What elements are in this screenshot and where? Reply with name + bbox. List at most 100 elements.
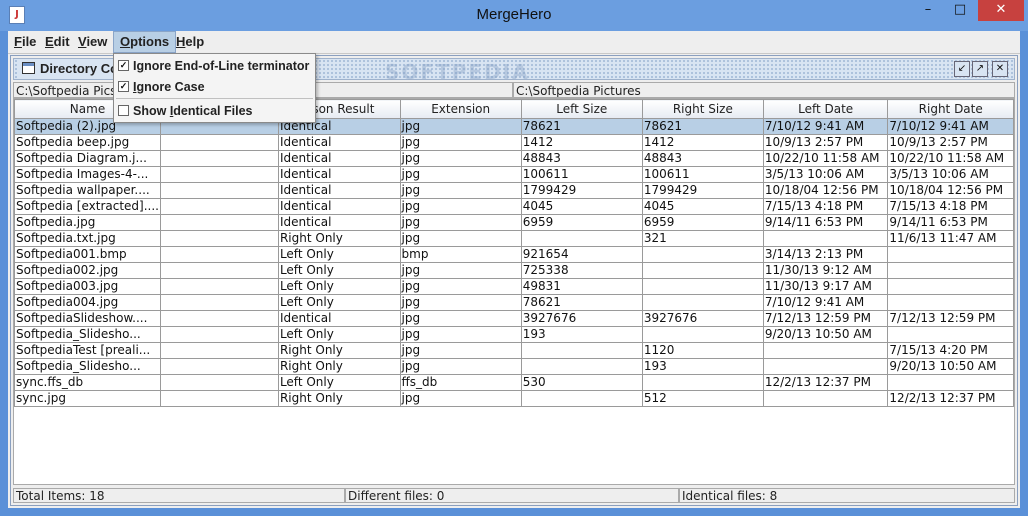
- cell-right-date: 12/2/13 12:37 PM: [887, 390, 1014, 407]
- cell-left-size: 49831: [520, 278, 643, 295]
- cell-right-size: 1799429: [641, 182, 764, 199]
- menu-view[interactable]: View: [72, 31, 113, 53]
- softpedia-watermark: SOFTPEDIA: [385, 60, 530, 84]
- cell-blank: [160, 150, 279, 167]
- table-row[interactable]: Softpedia.jpg Identical jpg 6959 6959 9/14/11…: [14, 214, 1014, 231]
- cell-result: Left Only: [277, 326, 401, 343]
- table-row[interactable]: Softpedia_Slidesho... Right Only jpg 193 9/2…: [14, 358, 1014, 375]
- menu-edit[interactable]: Edit: [39, 31, 76, 53]
- cell-name: Softpedia_Slidesho...: [14, 358, 161, 375]
- table-row[interactable]: Softpedia.txt.jpg Right Only jpg 321 11/6/13…: [14, 230, 1014, 247]
- cell-result: Left Only: [277, 262, 401, 279]
- cell-extension: jpg: [399, 326, 522, 343]
- cell-blank: [160, 294, 279, 311]
- cell-result: Identical: [277, 182, 401, 199]
- table-row[interactable]: SoftpediaTest [preali... Right Only jpg 112…: [14, 342, 1014, 359]
- cell-right-date: 10/18/04 12:56 PM: [887, 182, 1014, 199]
- cell-right-date: [887, 246, 1014, 263]
- cell-result: Right Only: [277, 390, 401, 407]
- status-identical-files: Identical files: 8: [679, 488, 1015, 503]
- cell-right-size: 321: [641, 230, 764, 247]
- cell-extension: jpg: [399, 150, 522, 167]
- col-header-right-date[interactable]: Right Date: [887, 99, 1014, 119]
- table-row[interactable]: Softpedia Images-4-... Identical jpg 100611…: [14, 166, 1014, 183]
- col-header-extension[interactable]: Extension: [399, 99, 522, 119]
- right-path: C:\Softpedia Pictures: [513, 82, 1015, 98]
- cell-extension: jpg: [399, 182, 522, 199]
- table-row[interactable]: Softpedia_Slidesho... Left Only jpg 193 9/20…: [14, 326, 1014, 343]
- menuitem-show-identical-files[interactable]: Show Identical Files: [118, 101, 253, 121]
- table-row[interactable]: Softpedia beep.jpg Identical jpg 1412 1412 10…: [14, 134, 1014, 151]
- compare-table-scrollpane[interactable]: Name rison Result Extension Left Size Ri…: [13, 98, 1015, 485]
- cell-left-size: 1799429: [520, 182, 643, 199]
- col-header-right-size[interactable]: Right Size: [641, 99, 764, 119]
- menuitem-ignore-eol[interactable]: ✓ Ignore End-of-Line terminator: [118, 56, 309, 76]
- cell-right-date: [887, 278, 1014, 295]
- cell-blank: [160, 246, 279, 263]
- cell-name: Softpedia_Slidesho...: [14, 326, 161, 343]
- cell-left-date: 7/10/12 9:41 AM: [762, 118, 889, 135]
- cell-blank: [160, 390, 279, 407]
- cell-result: Right Only: [277, 342, 401, 359]
- table-row[interactable]: Softpedia003.jpg Left Only jpg 49831 11/30/1…: [14, 278, 1014, 295]
- minimize-button[interactable]: –: [914, 0, 942, 21]
- cell-right-size: 193: [641, 358, 764, 375]
- cell-blank: [160, 134, 279, 151]
- table-row[interactable]: Softpedia [extracted].... Identical jpg 404…: [14, 198, 1014, 215]
- cell-result: Identical: [277, 198, 401, 215]
- cell-left-date: [762, 342, 889, 359]
- cell-left-date: 7/10/12 9:41 AM: [762, 294, 889, 311]
- cell-left-size: [520, 342, 643, 359]
- cell-left-size: 100611: [520, 166, 643, 183]
- cell-right-date: 7/10/12 9:41 AM: [887, 118, 1014, 135]
- menuitem-ignore-case[interactable]: ✓ Ignore Case: [118, 77, 205, 97]
- cell-right-size: 4045: [641, 198, 764, 215]
- cell-result: Identical: [277, 150, 401, 167]
- close-frame-icon[interactable]: ✕: [992, 61, 1008, 77]
- cell-blank: [160, 342, 279, 359]
- menu-file[interactable]: File: [8, 31, 42, 53]
- cell-left-size: 3927676: [520, 310, 643, 327]
- close-button[interactable]: ✕: [978, 0, 1024, 21]
- table-row[interactable]: Softpedia004.jpg Left Only jpg 78621 7/10/12…: [14, 294, 1014, 311]
- cell-right-size: 78621: [641, 118, 764, 135]
- cell-left-size: 78621: [520, 294, 643, 311]
- cell-name: Softpedia002.jpg: [14, 262, 161, 279]
- table-row[interactable]: sync.ffs_db Left Only ffs_db 530 12/2/13 12:…: [14, 374, 1014, 391]
- cell-right-size: [641, 278, 764, 295]
- col-header-left-date[interactable]: Left Date: [762, 99, 889, 119]
- cell-left-size: [520, 358, 643, 375]
- maximize-button[interactable]: □: [946, 0, 974, 21]
- window-titlebar: J MergeHero – □ ✕: [0, 0, 1028, 31]
- cell-extension: jpg: [399, 310, 522, 327]
- cell-name: Softpedia Images-4-...: [14, 166, 161, 183]
- cell-blank: [160, 166, 279, 183]
- iconify-icon[interactable]: ↙: [954, 61, 970, 77]
- cell-left-size: 921654: [520, 246, 643, 263]
- compare-table[interactable]: Name rison Result Extension Left Size Ri…: [14, 99, 1014, 407]
- status-different-files: Different files: 0: [345, 488, 679, 503]
- cell-name: Softpedia Diagram.j...: [14, 150, 161, 167]
- table-row[interactable]: Softpedia001.bmp Left Only bmp 921654 3/14/1…: [14, 246, 1014, 263]
- cell-left-date: 10/9/13 2:57 PM: [762, 134, 889, 151]
- cell-left-date: 9/20/13 10:50 AM: [762, 326, 889, 343]
- maximize-frame-icon[interactable]: ↗: [972, 61, 988, 77]
- cell-name: Softpedia [extracted]....: [14, 198, 161, 215]
- cell-right-size: 512: [641, 390, 764, 407]
- table-row[interactable]: Softpedia002.jpg Left Only jpg 725338 11/30/…: [14, 262, 1014, 279]
- cell-left-size: 530: [520, 374, 643, 391]
- table-row[interactable]: SoftpediaSlideshow.... Identical jpg 392767…: [14, 310, 1014, 327]
- cell-result: Identical: [277, 166, 401, 183]
- cell-left-size: 193: [520, 326, 643, 343]
- table-row[interactable]: Softpedia Diagram.j... Identical jpg 48843 4…: [14, 150, 1014, 167]
- table-row[interactable]: sync.jpg Right Only jpg 512 12/2/13 12:37 PM: [14, 390, 1014, 407]
- cell-result: Left Only: [277, 246, 401, 263]
- cell-left-date: 10/22/10 11:58 AM: [762, 150, 889, 167]
- menu-options[interactable]: Options: [113, 31, 177, 53]
- cell-right-size: 100611: [641, 166, 764, 183]
- col-header-left-size[interactable]: Left Size: [520, 99, 643, 119]
- table-row[interactable]: Softpedia wallpaper.... Identical jpg 17994…: [14, 182, 1014, 199]
- menu-help[interactable]: Help: [170, 31, 210, 53]
- cell-right-date: 9/14/11 6:53 PM: [887, 214, 1014, 231]
- cell-extension: jpg: [399, 134, 522, 151]
